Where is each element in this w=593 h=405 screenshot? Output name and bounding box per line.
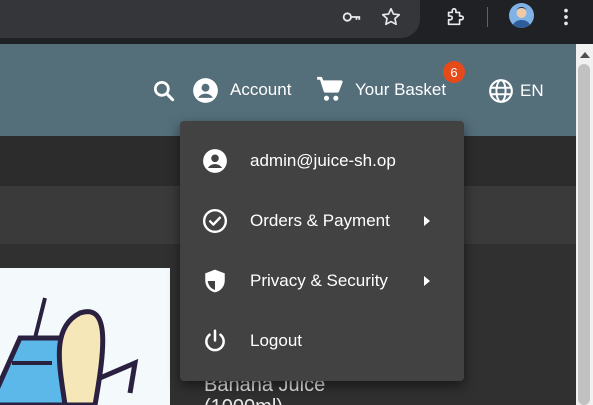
menu-item-label: Logout xyxy=(250,331,302,350)
key-icon[interactable] xyxy=(340,6,362,28)
scrollbar-thumb[interactable] xyxy=(578,64,590,405)
account-button[interactable]: Account xyxy=(192,76,291,104)
browser-top-bar xyxy=(0,0,593,44)
scroll-up-arrow[interactable] xyxy=(580,52,590,58)
shopping-cart-icon xyxy=(316,76,344,104)
menu-item-privacy-security[interactable]: Privacy & Security xyxy=(180,251,464,311)
language-label: EN xyxy=(520,81,544,100)
basket-button[interactable]: Your Basket xyxy=(316,76,446,104)
account-menu: admin@juice-sh.op Orders & Payment Priva… xyxy=(180,121,464,381)
product-image[interactable] xyxy=(0,268,170,405)
globe-icon xyxy=(488,78,514,104)
toolbar-divider xyxy=(487,7,488,27)
menu-item-label: Orders & Payment xyxy=(250,211,390,230)
submenu-arrow-icon xyxy=(424,276,430,286)
extensions-icon[interactable] xyxy=(444,6,466,28)
more-icon[interactable] xyxy=(555,6,577,28)
account-label: Account xyxy=(230,80,292,99)
submenu-arrow-icon xyxy=(424,216,430,226)
account-circle-icon xyxy=(192,77,219,104)
check-circle-icon xyxy=(202,208,228,234)
basket-count-badge: 6 xyxy=(443,61,465,83)
language-button[interactable]: EN xyxy=(488,77,544,105)
menu-item-email[interactable]: admin@juice-sh.op xyxy=(180,131,464,191)
search-icon[interactable] xyxy=(151,78,177,104)
menu-item-label: admin@juice-sh.op xyxy=(250,151,396,170)
menu-item-orders-payment[interactable]: Orders & Payment xyxy=(180,191,464,251)
menu-item-label: Privacy & Security xyxy=(250,271,388,290)
power-icon xyxy=(202,328,228,354)
menu-item-logout[interactable]: Logout xyxy=(180,311,464,371)
profile-avatar[interactable] xyxy=(509,3,534,28)
account-circle-icon xyxy=(202,148,228,174)
star-icon[interactable] xyxy=(380,6,402,28)
basket-label: Your Basket xyxy=(355,80,447,99)
shield-icon xyxy=(202,268,228,294)
